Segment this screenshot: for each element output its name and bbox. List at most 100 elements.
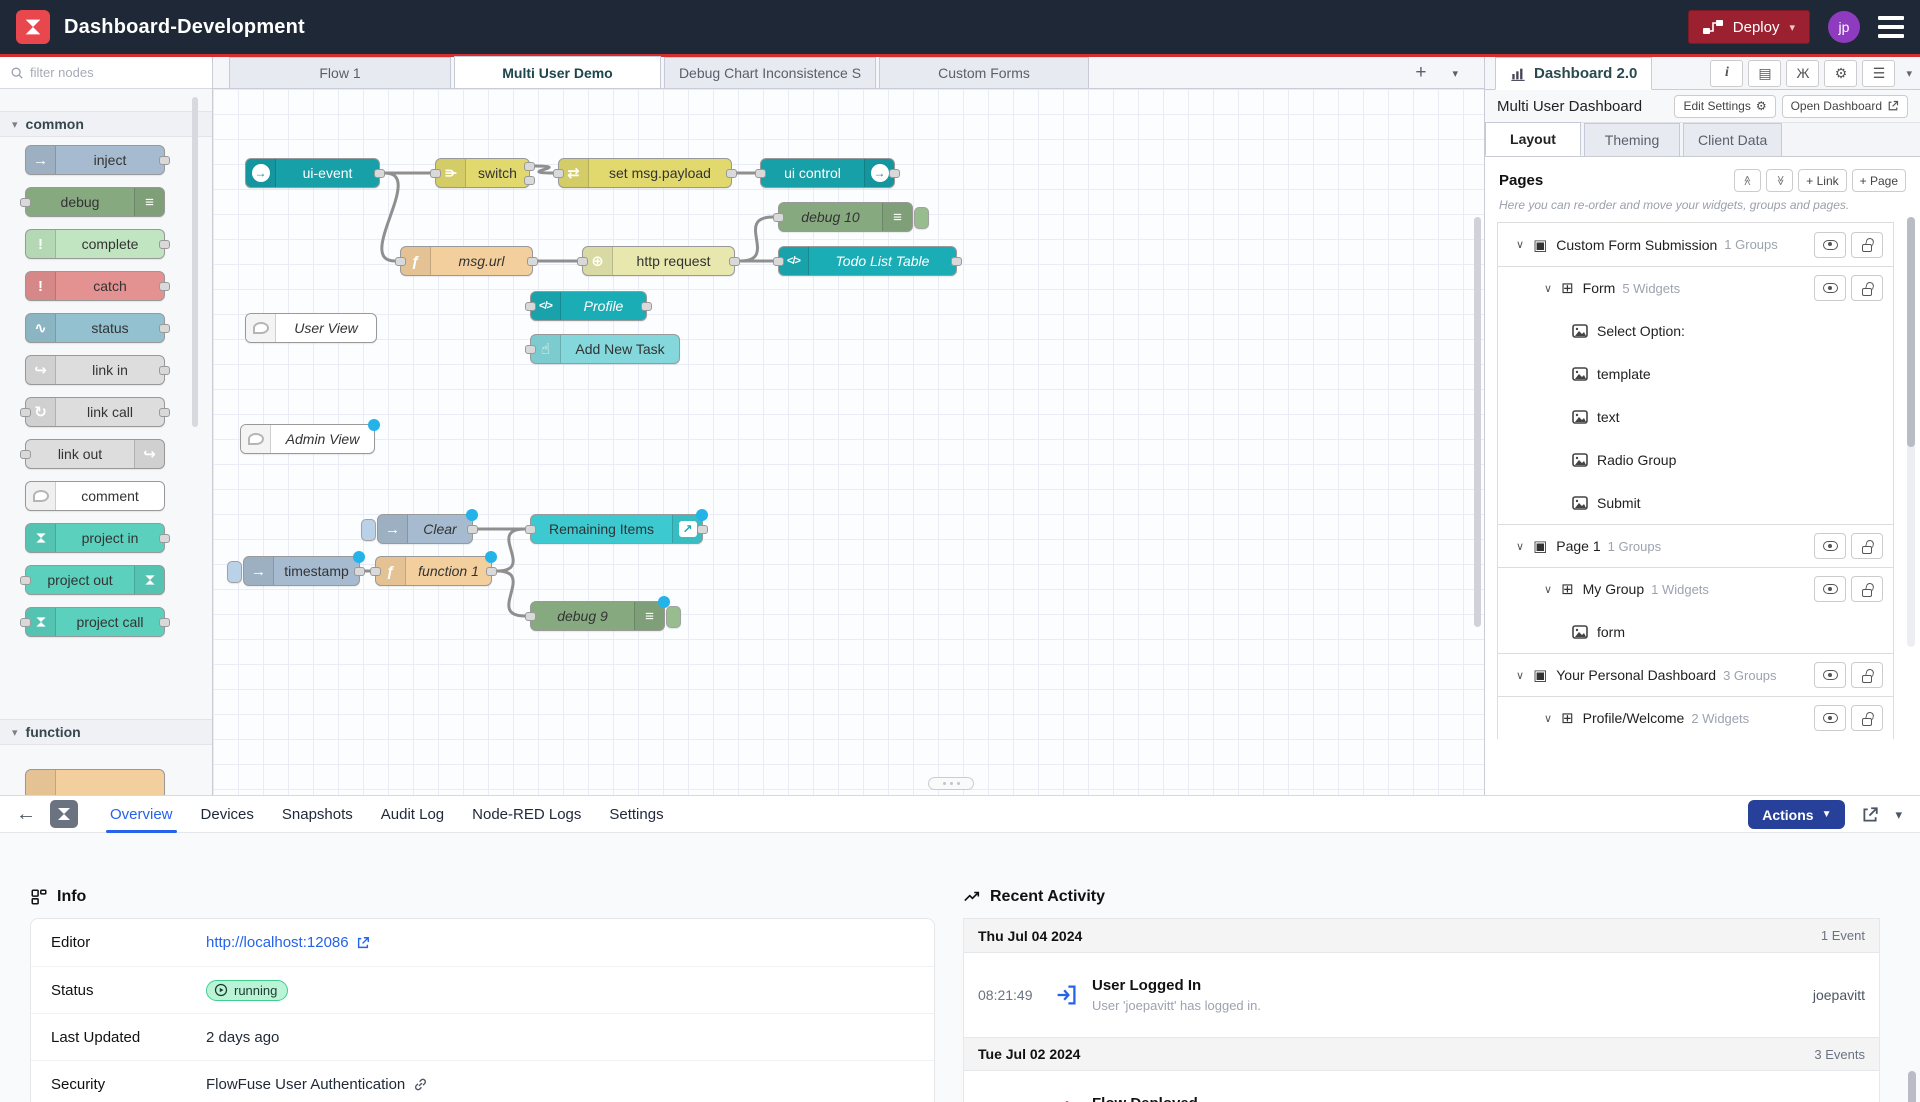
tab-audit-log[interactable]: Audit Log	[367, 796, 458, 833]
chevron-down-icon[interactable]: ∨	[1544, 282, 1552, 295]
add-page-button[interactable]: + Page	[1852, 169, 1906, 192]
output-port[interactable]	[726, 169, 737, 178]
output-port[interactable]	[159, 366, 170, 375]
output-port[interactable]	[641, 302, 652, 311]
input-port[interactable]	[430, 169, 441, 178]
sidebar-caret-icon[interactable]: ▾	[1906, 67, 1912, 80]
tree-row-your-personal-dashboard[interactable]: ∨▣Your Personal Dashboard3 Groups	[1498, 653, 1893, 696]
palette-node-project-in[interactable]: project in	[25, 523, 165, 553]
edit-settings-button[interactable]: Edit Settings ⚙	[1674, 95, 1775, 118]
input-port[interactable]	[577, 257, 588, 266]
output-port[interactable]	[159, 534, 170, 543]
flow-node-profile[interactable]: </>Profile	[530, 291, 647, 321]
tab-layout[interactable]: Layout	[1485, 122, 1581, 156]
lock-button[interactable]	[1851, 576, 1883, 602]
chevron-down-icon[interactable]: ∨	[1544, 583, 1552, 596]
flow-node-set-payload[interactable]: ⇄set msg.payload	[558, 158, 732, 188]
palette-search[interactable]	[0, 57, 212, 89]
wire-function1-to-remaining-items[interactable]	[497, 529, 525, 571]
flow-tab-flow-1[interactable]: Flow 1	[229, 57, 451, 88]
tab-devices[interactable]: Devices	[187, 796, 268, 833]
palette-node-inject[interactable]: →inject	[25, 145, 165, 175]
input-port[interactable]	[525, 302, 536, 311]
palette-node-blank[interactable]	[25, 769, 165, 795]
input-port[interactable]	[395, 257, 406, 266]
flow-node-remaining-items[interactable]: Remaining Items↗	[530, 514, 703, 544]
input-port[interactable]	[20, 408, 31, 417]
output-port[interactable]	[729, 257, 740, 266]
chevron-down-icon[interactable]: ∨	[1516, 669, 1524, 682]
input-port[interactable]	[525, 612, 536, 621]
output-port[interactable]	[159, 618, 170, 627]
tab-client-data[interactable]: Client Data	[1683, 123, 1782, 156]
output-port[interactable]	[159, 282, 170, 291]
lock-button[interactable]	[1851, 232, 1883, 258]
inject-button[interactable]	[361, 519, 376, 541]
wire-http-request-to-debug10[interactable]	[740, 217, 773, 261]
input-port[interactable]	[525, 345, 536, 354]
flow-canvas[interactable]: →ui-event ⋔switch ⇄set msg.payload ui contr…	[213, 89, 1484, 795]
output-port[interactable]	[486, 567, 497, 576]
tree-row-select-option-[interactable]: Select Option:	[1498, 309, 1893, 352]
output-port[interactable]	[374, 169, 385, 178]
bottom-scrollbar[interactable]	[1908, 1071, 1916, 1102]
tree-row-form[interactable]: ∨⊞Form5 Widgets	[1498, 266, 1893, 309]
flow-node-debug9[interactable]: debug 9≡	[530, 601, 665, 631]
bug-icon[interactable]: Ж	[1786, 60, 1819, 87]
add-link-button[interactable]: + Link	[1798, 169, 1846, 192]
palette-node-link-in[interactable]: ↪link in	[25, 355, 165, 385]
flow-node-switch[interactable]: ⋔switch	[435, 158, 530, 188]
output-port[interactable]	[524, 162, 535, 171]
tab-overview[interactable]: Overview	[96, 796, 187, 833]
palette-node-debug[interactable]: debug≡	[25, 187, 165, 217]
flow-node-add-new-task[interactable]: ☝Add New Task	[530, 334, 680, 364]
flow-node-todo-table[interactable]: </>Todo List Table	[778, 246, 957, 276]
flow-node-ui-control[interactable]: ui control→	[760, 158, 895, 188]
editor-link[interactable]: http://localhost:12086	[206, 934, 370, 951]
output-port[interactable]	[889, 169, 900, 178]
avatar[interactable]: jp	[1828, 11, 1860, 43]
flow-node-clear[interactable]: →Clear	[377, 514, 473, 544]
menu-icon[interactable]	[1878, 16, 1904, 38]
palette-node-project-call[interactable]: project call	[25, 607, 165, 637]
gear-icon[interactable]: ⚙	[1824, 60, 1857, 87]
open-dashboard-button[interactable]: Open Dashboard	[1782, 95, 1908, 118]
info-icon[interactable]: i	[1710, 60, 1743, 87]
canvas-horizontal-handle[interactable]	[928, 777, 974, 790]
lock-button[interactable]	[1851, 275, 1883, 301]
tree-row-my-group[interactable]: ∨⊞My Group1 Widgets	[1498, 567, 1893, 610]
expand-all-button[interactable]: ≫	[1766, 169, 1793, 192]
wire-ui-event-to-msg-url[interactable]	[382, 173, 398, 261]
tree-row-radio-group[interactable]: Radio Group	[1498, 438, 1893, 481]
flow-node-ui-event[interactable]: →ui-event	[245, 158, 380, 188]
flow-node-user-view[interactable]: User View	[245, 313, 377, 343]
input-port[interactable]	[20, 450, 31, 459]
activity-event[interactable]: 08:21:49User Logged InUser 'joepavitt' h…	[964, 953, 1879, 1037]
flow-node-debug10[interactable]: debug 10≡	[778, 202, 913, 232]
palette-node-status[interactable]: ∿status	[25, 313, 165, 343]
tree-row-template[interactable]: template	[1498, 352, 1893, 395]
add-flow-icon[interactable]: +	[1415, 62, 1426, 84]
debug-toggle-button[interactable]	[914, 207, 929, 229]
visibility-button[interactable]	[1814, 662, 1846, 688]
visibility-button[interactable]	[1814, 576, 1846, 602]
back-arrow-icon[interactable]: ←	[16, 803, 36, 826]
flow-tab-debug-chart-inconsistence-s[interactable]: Debug Chart Inconsistence S	[664, 57, 876, 88]
input-port[interactable]	[755, 169, 766, 178]
collapse-panel-icon[interactable]: ▾	[1895, 807, 1902, 823]
flow-tab-multi-user-demo[interactable]: Multi User Demo	[454, 56, 661, 88]
lock-button[interactable]	[1851, 533, 1883, 559]
activity-event[interactable]: 13:34:42Flow DeployedDeploy type 'full'j…	[964, 1071, 1879, 1102]
input-port[interactable]	[20, 576, 31, 585]
chevron-down-icon[interactable]: ∨	[1516, 540, 1524, 553]
flow-tab-custom-forms[interactable]: Custom Forms	[879, 57, 1089, 88]
input-port[interactable]	[370, 567, 381, 576]
flow-node-timestamp[interactable]: →timestamp	[243, 556, 360, 586]
output-port[interactable]	[159, 324, 170, 333]
tab-node-red-logs[interactable]: Node-RED Logs	[458, 796, 595, 833]
lock-button[interactable]	[1851, 662, 1883, 688]
palette-node-link-out[interactable]: link out↪	[25, 439, 165, 469]
output-port[interactable]	[527, 257, 538, 266]
actions-button[interactable]: Actions ▼	[1748, 800, 1845, 829]
palette-node-catch[interactable]: !catch	[25, 271, 165, 301]
